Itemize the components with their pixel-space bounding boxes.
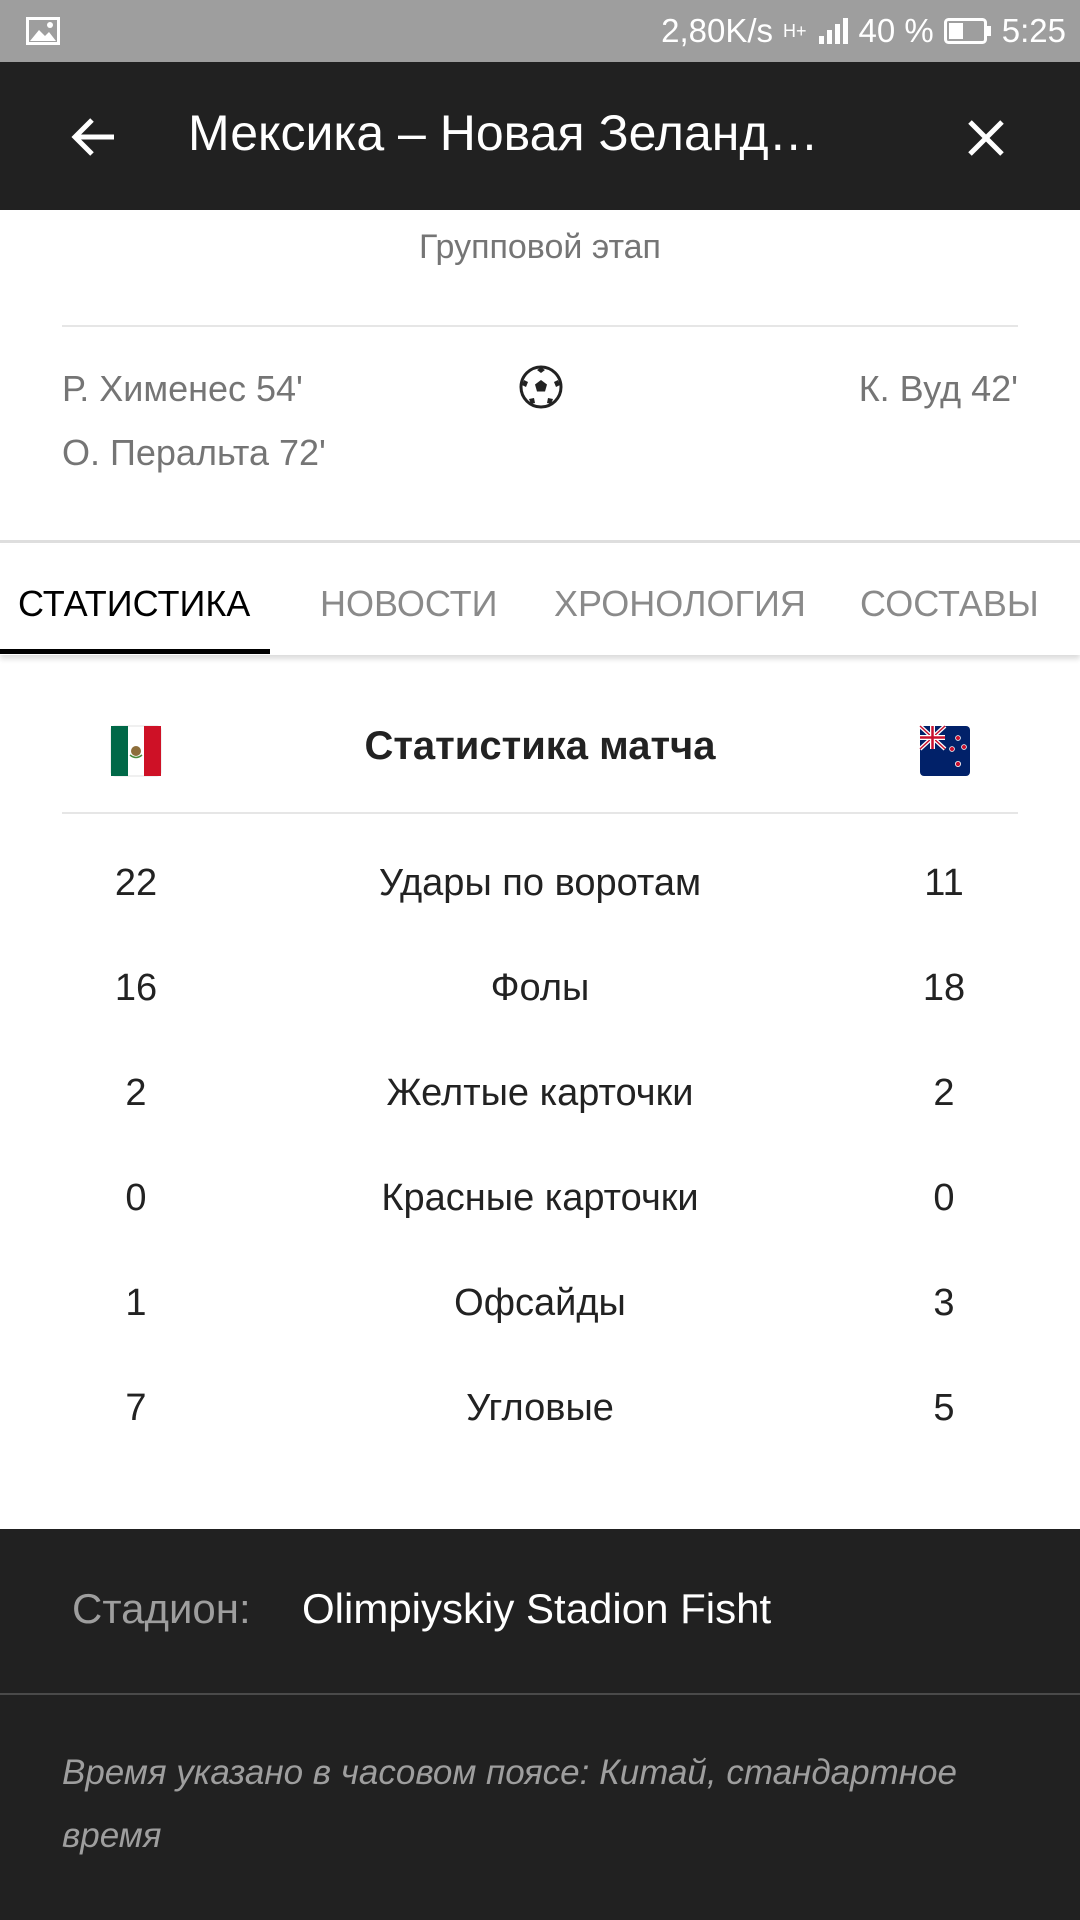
footer-divider	[0, 1693, 1080, 1695]
close-button[interactable]	[954, 106, 1018, 170]
tab-bar: СТАТИСТИКА НОВОСТИ ХРОНОЛОГИЯ СОСТАВЫ	[0, 545, 1080, 655]
divider	[62, 325, 1018, 327]
gallery-icon	[26, 17, 60, 45]
active-tab-indicator	[0, 649, 270, 654]
battery-icon	[943, 18, 991, 44]
app-bar: Мексика – Новая Зеланд…	[0, 62, 1080, 210]
battery-percent: 40 %	[858, 12, 934, 49]
stat-row: 0 Красные карточки 0	[0, 1177, 1080, 1237]
new-zealand-flag-icon	[918, 724, 970, 776]
stat-label: Офсайды	[454, 1282, 626, 1324]
away-value: 2	[933, 1072, 955, 1114]
away-value: 0	[933, 1177, 955, 1219]
home-value: 1	[125, 1282, 147, 1324]
footer: Стадион: Olimpiyskiy Stadion Fisht Время…	[0, 1529, 1080, 1920]
divider	[62, 812, 1018, 814]
status-left	[26, 17, 60, 45]
home-scorer: О. Перальта 72'	[62, 432, 326, 473]
home-value: 0	[125, 1177, 147, 1219]
network-speed: 2,80K/s	[661, 12, 774, 49]
status-time: 5:25	[1001, 12, 1066, 49]
stadium-name: Olimpiyskiy Stadion Fisht	[302, 1585, 772, 1632]
tab-statistics[interactable]: СТАТИСТИКА	[18, 583, 250, 625]
tab-timeline[interactable]: ХРОНОЛОГИЯ	[554, 583, 806, 625]
back-button[interactable]	[62, 106, 124, 168]
away-value: 3	[933, 1282, 955, 1324]
home-value: 7	[125, 1387, 147, 1429]
status-right: 2,80K/s H+ 40 % 5:25	[661, 12, 1066, 50]
away-value: 18	[922, 967, 966, 1009]
stat-label: Желтые карточки	[386, 1072, 694, 1114]
stat-row: 7 Угловые 5	[0, 1387, 1080, 1447]
home-value: 16	[114, 967, 158, 1009]
stat-label: Красные карточки	[381, 1177, 699, 1219]
network-type: H+	[783, 20, 807, 41]
soccer-ball-icon	[519, 365, 563, 409]
stat-row: 1 Офсайды 3	[0, 1282, 1080, 1342]
stat-label: Угловые	[466, 1387, 614, 1429]
stadium-label: Стадион:	[72, 1585, 251, 1632]
stat-row: 2 Желтые карточки 2	[0, 1072, 1080, 1132]
home-value: 22	[114, 862, 158, 904]
tab-news[interactable]: НОВОСТИ	[320, 583, 498, 625]
home-value: 2	[125, 1072, 147, 1114]
stat-label: Удары по воротам	[378, 862, 702, 904]
section-divider	[0, 540, 1080, 543]
back-arrow-icon	[71, 118, 114, 156]
stat-row: 22 Удары по воротам 11	[0, 862, 1080, 922]
status-bar: 2,80K/s H+ 40 % 5:25	[0, 0, 1080, 62]
signal-icon	[818, 18, 848, 44]
timezone-note: Время указано в часовом поясе: Китай, ст…	[62, 1753, 957, 1855]
stat-row: 16 Фолы 18	[0, 967, 1080, 1027]
away-value: 5	[933, 1387, 955, 1429]
close-icon	[968, 120, 1004, 156]
tab-lineups[interactable]: СОСТАВЫ	[860, 583, 1039, 625]
match-stage: Групповой этап	[419, 228, 661, 266]
away-scorer: К. Вуд 42'	[858, 368, 1018, 409]
stat-label: Фолы	[490, 967, 590, 1009]
away-value: 11	[924, 862, 964, 904]
home-scorer: Р. Хименес 54'	[62, 368, 303, 409]
page-title: Мексика – Новая Зеланд…	[188, 105, 819, 161]
